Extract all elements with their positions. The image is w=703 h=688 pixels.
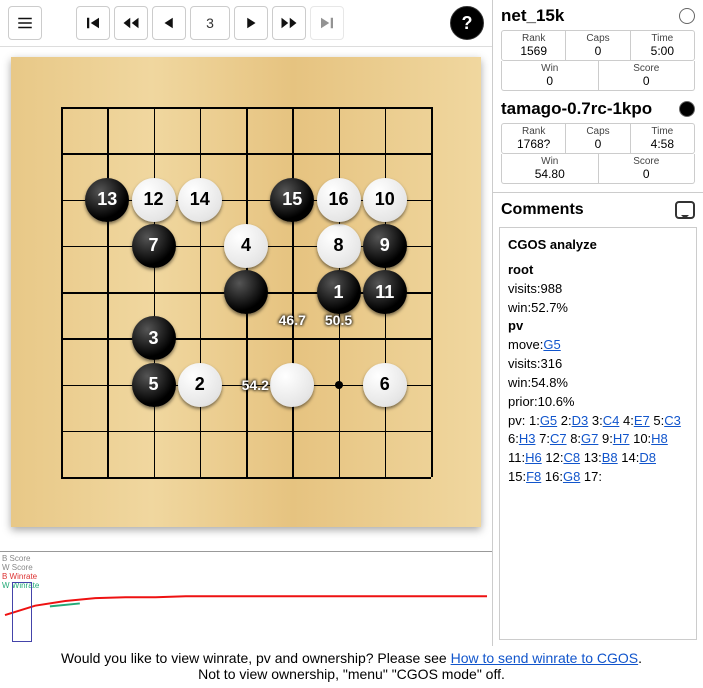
- menu-button[interactable]: [8, 6, 42, 40]
- pv-move-label: move:: [508, 337, 543, 352]
- pv-link[interactable]: G8: [563, 469, 580, 484]
- footer: Would you like to view winrate, pv and o…: [0, 646, 703, 688]
- pv-link[interactable]: G5: [540, 413, 557, 428]
- help-button[interactable]: ?: [450, 6, 484, 40]
- stone[interactable]: 11: [363, 270, 407, 314]
- stat-cell: Caps0: [566, 124, 630, 153]
- root-visits: visits:988: [508, 280, 688, 299]
- player-black-name: tamago-0.7rc-1kpo: [501, 99, 652, 119]
- graph-cursor: [12, 582, 32, 642]
- analysis-panel: CGOS analyze root visits:988 win:52.7% p…: [499, 227, 697, 640]
- player-white-name: net_15k: [501, 6, 564, 26]
- stat-cell: Win0: [502, 61, 599, 90]
- toolbar: 3 ?: [0, 0, 492, 47]
- board-area: 1234567891011121314151646.750.554.2: [0, 47, 492, 551]
- pv-link[interactable]: H6: [525, 450, 542, 465]
- pv-link[interactable]: C4: [603, 413, 620, 428]
- stone[interactable]: [224, 270, 268, 314]
- footer-link[interactable]: How to send winrate to CGOS: [451, 650, 639, 666]
- stone[interactable]: 14: [178, 178, 222, 222]
- fast-forward-button[interactable]: [272, 6, 306, 40]
- stone[interactable]: 7: [132, 224, 176, 268]
- stone[interactable]: 10: [363, 178, 407, 222]
- move-number-input[interactable]: 3: [190, 6, 230, 40]
- fast-rewind-button[interactable]: [114, 6, 148, 40]
- stone[interactable]: [270, 363, 314, 407]
- pv-link[interactable]: H3: [519, 431, 536, 446]
- prev-button[interactable]: [152, 6, 186, 40]
- pv-link[interactable]: F8: [526, 469, 541, 484]
- stat-cell: Rank1768?: [502, 124, 566, 153]
- pv-win: win:54.8%: [508, 374, 688, 393]
- pv-link[interactable]: G7: [581, 431, 598, 446]
- stone[interactable]: 12: [132, 178, 176, 222]
- stat-cell: Time5:00: [631, 31, 694, 60]
- root-label: root: [508, 262, 533, 277]
- stone[interactable]: 5: [132, 363, 176, 407]
- pv-link[interactable]: C3: [664, 413, 681, 428]
- go-board[interactable]: 1234567891011121314151646.750.554.2: [11, 57, 481, 527]
- first-button[interactable]: [76, 6, 110, 40]
- pv-visits: visits:316: [508, 355, 688, 374]
- stat-cell: Rank1569: [502, 31, 566, 60]
- pv-link[interactable]: H8: [651, 431, 668, 446]
- stone[interactable]: 16: [317, 178, 361, 222]
- pv-link[interactable]: D3: [572, 413, 589, 428]
- stat-cell: Time4:58: [631, 124, 694, 153]
- stone[interactable]: 6: [363, 363, 407, 407]
- last-button[interactable]: [310, 6, 344, 40]
- stone[interactable]: 8: [317, 224, 361, 268]
- white-stone-icon: [679, 8, 695, 24]
- stat-cell: Win54.80: [502, 154, 599, 183]
- stone[interactable]: 2: [178, 363, 222, 407]
- pv-link[interactable]: B8: [602, 450, 618, 465]
- pv-link[interactable]: E7: [634, 413, 650, 428]
- stone[interactable]: 3: [132, 316, 176, 360]
- pv-move-link[interactable]: G5: [543, 337, 560, 352]
- stone[interactable]: 15: [270, 178, 314, 222]
- next-button[interactable]: [234, 6, 268, 40]
- analysis-title: CGOS analyze: [508, 237, 597, 252]
- root-win: win:52.7%: [508, 299, 688, 318]
- stone[interactable]: 13: [85, 178, 129, 222]
- pv-link[interactable]: C8: [563, 450, 580, 465]
- stone[interactable]: 1: [317, 270, 361, 314]
- pv-link[interactable]: D8: [639, 450, 656, 465]
- score-graph[interactable]: B Score W Score B Winrate W Winrate: [0, 551, 492, 646]
- stone[interactable]: 4: [224, 224, 268, 268]
- player-black: tamago-0.7rc-1kpo Rank1768?Caps0Time4:58…: [493, 93, 703, 186]
- winrate-hint: 50.5: [325, 312, 352, 328]
- pv-link[interactable]: H7: [613, 431, 630, 446]
- winrate-hint: 54.2: [242, 377, 269, 393]
- winrate-hint: 46.7: [279, 312, 306, 328]
- pv-sequence: pv: 1:G5 2:D3 3:C4 4:E7 5:C3 6:H3 7:C7 8…: [508, 412, 688, 487]
- pv-link[interactable]: C7: [550, 431, 567, 446]
- pv-prior: prior:10.6%: [508, 393, 688, 412]
- stone[interactable]: 9: [363, 224, 407, 268]
- pv-label: pv: [508, 318, 523, 333]
- comments-header: Comments: [501, 201, 584, 219]
- player-white: net_15k Rank1569Caps0Time5:00 Win0Score0: [493, 0, 703, 93]
- stat-cell: Score0: [599, 61, 695, 90]
- comment-icon[interactable]: [675, 201, 695, 219]
- stat-cell: Score0: [599, 154, 695, 183]
- black-stone-icon: [679, 101, 695, 117]
- stat-cell: Caps0: [566, 31, 630, 60]
